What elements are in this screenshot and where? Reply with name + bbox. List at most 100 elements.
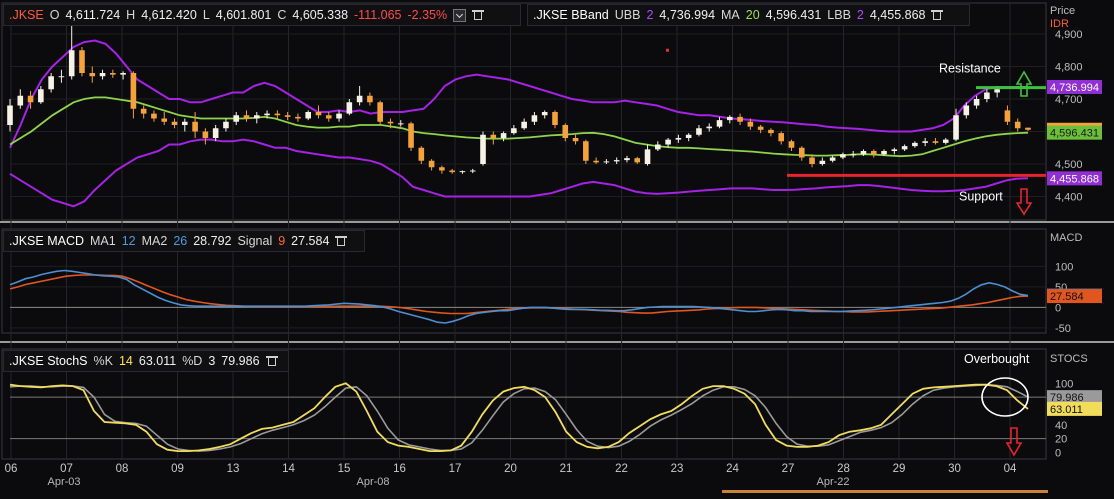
candle-body: [295, 116, 301, 119]
x-day-label: 08: [116, 463, 129, 475]
candle-body: [161, 118, 168, 122]
candle-body: [480, 134, 486, 164]
k-label: %K: [93, 354, 113, 368]
macd-tick-label: 0: [1055, 302, 1061, 314]
candle-body: [449, 170, 455, 173]
candle-body: [140, 108, 147, 114]
candle-body: [655, 144, 661, 150]
x-day-label: 30: [948, 463, 961, 475]
price-tick-label: 4,900: [1055, 29, 1083, 41]
candle-body: [994, 89, 1000, 93]
candle-body: [305, 112, 312, 119]
x-day-label: 29: [893, 463, 906, 475]
candle-body: [387, 121, 394, 124]
trash-icon[interactable]: [931, 9, 944, 21]
x-day-label: 14: [282, 463, 295, 475]
lbb-value: 4,455.868: [869, 8, 926, 22]
x-day-label: 07: [60, 463, 73, 475]
k-period: 14: [118, 354, 133, 368]
x-day-label: 28: [837, 463, 850, 475]
trash-icon[interactable]: [265, 355, 278, 367]
candle-body: [541, 112, 548, 116]
candle-body: [737, 116, 743, 122]
macd-line: [9, 269, 1029, 324]
ma-tag: 4,596.431: [1050, 128, 1099, 140]
stray-mark: [665, 48, 669, 52]
candle-body: [819, 160, 826, 164]
candle-body: [346, 102, 353, 114]
d-period: 3: [208, 354, 216, 368]
candle-body: [48, 76, 54, 90]
price-symbol[interactable]: .JKSE: [9, 8, 44, 22]
trash-icon[interactable]: [472, 9, 485, 21]
signal-tag: 27.584: [1050, 291, 1084, 303]
x-day-label: 20: [504, 463, 517, 475]
lbb-tag: 4,455.868: [1050, 173, 1099, 185]
price-tick-label: 4,800: [1055, 62, 1083, 74]
price-tick-label: 4,700: [1055, 94, 1083, 106]
candle-body: [891, 149, 898, 151]
macd-symbol[interactable]: .JKSE MACD: [9, 234, 84, 248]
price-axis-title: Price: [1050, 5, 1075, 17]
candle-body: [356, 95, 363, 103]
x-day-label: 16: [393, 463, 406, 475]
ubb-label: UBB: [614, 8, 641, 22]
candle-body: [829, 157, 836, 161]
ma-period: 20: [745, 8, 760, 22]
candle-body: [716, 120, 723, 127]
candle-body: [685, 134, 692, 138]
price-header: .JKSE O 4,611.724 H 4,612.420 L 4,601.801 C…: [3, 4, 521, 26]
x-day-label: 21: [560, 463, 573, 475]
ma2-period: 26: [173, 234, 188, 248]
candle-body: [675, 138, 682, 140]
x-day-label: 04: [1004, 463, 1017, 475]
candle-body: [1004, 110, 1011, 122]
arrow-down-icon: [1005, 427, 1023, 457]
ubb-tag: 4,736.994: [1050, 82, 1099, 94]
candle-body: [253, 115, 260, 119]
candle-body: [428, 160, 435, 168]
candle-body: [79, 50, 85, 73]
candle-body: [264, 113, 270, 116]
x-day-label: 22: [615, 463, 628, 475]
candle-body: [870, 151, 877, 155]
bband-symbol[interactable]: .JKSE BBand: [533, 8, 609, 22]
x-day-label: 06: [5, 463, 18, 475]
candle-body: [274, 113, 281, 116]
stoch-symbol[interactable]: .JKSE StochS: [9, 354, 88, 368]
macd-tick-label: -50: [1055, 323, 1071, 335]
stoch-axis-title: STOCS: [1050, 353, 1088, 365]
candle-body: [212, 128, 219, 138]
candle-body: [726, 116, 733, 121]
candle-body: [459, 171, 466, 173]
d-label: %D: [182, 354, 203, 368]
candle-body: [942, 139, 949, 143]
x-month-label: Apr-03: [47, 476, 80, 488]
candle-body: [613, 160, 620, 162]
candle-body: [747, 121, 754, 127]
candle-body: [490, 134, 497, 138]
candle-body: [922, 141, 928, 143]
high-value: 4,612.420: [141, 8, 197, 22]
candle-body: [38, 89, 44, 103]
k-value: 63.011: [138, 354, 177, 368]
ma1-period: 12: [121, 234, 136, 248]
change-pct: -2.35%: [407, 8, 448, 22]
chevron-down-icon[interactable]: [453, 8, 467, 22]
trash-icon[interactable]: [335, 235, 348, 247]
candle-body: [984, 92, 990, 99]
candle-body: [110, 73, 116, 75]
x-day-label: 17: [449, 463, 462, 475]
candle-body: [665, 139, 671, 145]
candle-body: [788, 141, 795, 148]
candle-body: [860, 151, 867, 155]
ma1-label: MA1: [90, 234, 116, 248]
candle-body: [130, 73, 137, 109]
x-month-label: Apr-22: [816, 476, 849, 488]
x-day-label: 24: [726, 463, 739, 475]
candle-body: [202, 131, 209, 138]
stoch-header: .JKSE StochS %K 14 63.011 %D 3 79.986: [3, 350, 289, 372]
signal-label: Signal: [237, 234, 273, 248]
stoch-tick-label: 100: [1055, 378, 1073, 390]
candle-body: [325, 115, 332, 119]
